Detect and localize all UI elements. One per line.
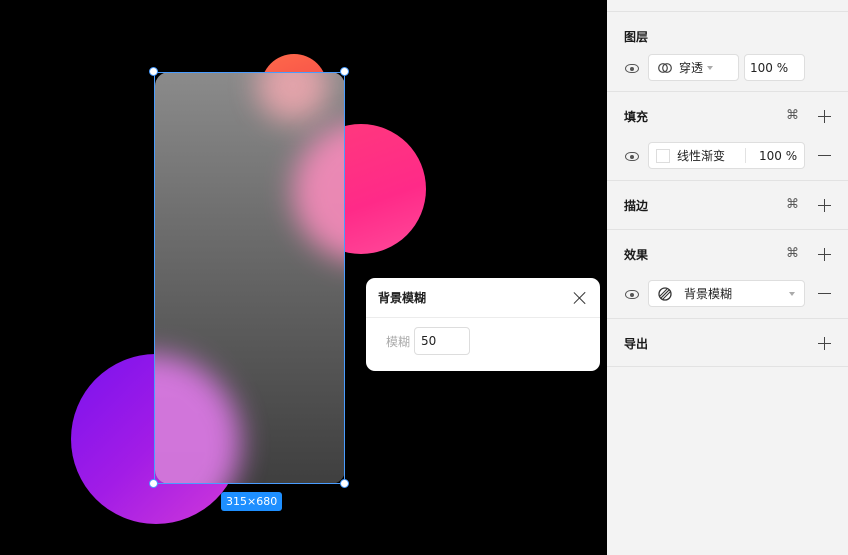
popup-header: 背景模糊 xyxy=(366,278,600,318)
divider xyxy=(607,91,848,92)
resize-handle-bottom-left[interactable] xyxy=(149,479,158,488)
effects-section-title: 效果 xyxy=(624,248,649,262)
blend-mode-value: 穿透 xyxy=(679,61,704,75)
fill-color-swatch[interactable] xyxy=(656,148,670,163)
divider xyxy=(745,148,746,163)
effect-type-select[interactable]: 背景模糊 xyxy=(648,280,805,307)
chevron-down-icon xyxy=(707,65,714,70)
style-cmd-icon[interactable]: ⌘ xyxy=(786,246,799,261)
blend-mode-select[interactable]: 穿透 xyxy=(648,54,739,81)
close-icon[interactable] xyxy=(572,290,588,306)
chevron-down-icon xyxy=(789,291,795,296)
export-section-title: 导出 xyxy=(624,337,649,351)
popup-title: 背景模糊 xyxy=(378,291,427,305)
selection-outline xyxy=(154,72,345,484)
add-stroke-plus-icon[interactable] xyxy=(818,199,831,212)
fill-row[interactable]: 线性渐变 100 % xyxy=(648,142,805,169)
layer-section-title: 图层 xyxy=(624,30,649,44)
divider xyxy=(607,318,848,319)
layer-opacity-input[interactable]: 100 % xyxy=(744,54,805,81)
eye-icon[interactable] xyxy=(625,152,639,161)
eye-icon[interactable] xyxy=(625,64,639,73)
add-export-plus-icon[interactable] xyxy=(818,337,831,350)
popup-body: 模糊 50 xyxy=(366,318,600,355)
resize-handle-top-right[interactable] xyxy=(340,67,349,76)
properties-panel: 图层 穿透 100 % 填充 ⌘ 线性渐变 100 % 描边 ⌘ 效果 ⌘ 背景… xyxy=(607,0,848,555)
background-blur-popup: 背景模糊 模糊 50 xyxy=(366,278,600,371)
style-cmd-icon[interactable]: ⌘ xyxy=(786,108,799,123)
remove-effect-minus-icon[interactable] xyxy=(818,287,831,300)
add-effect-plus-icon[interactable] xyxy=(818,248,831,261)
divider xyxy=(607,180,848,181)
resize-handle-top-left[interactable] xyxy=(149,67,158,76)
effect-type-value: 背景模糊 xyxy=(684,287,733,301)
fill-opacity-value[interactable]: 100 % xyxy=(759,149,797,163)
design-canvas[interactable]: 315×680 背景模糊 模糊 50 xyxy=(0,0,607,555)
remove-fill-minus-icon[interactable] xyxy=(818,149,831,162)
resize-handle-bottom-right[interactable] xyxy=(340,479,349,488)
blur-amount-label: 模糊 xyxy=(386,334,411,349)
blend-mode-icon xyxy=(658,62,672,73)
stroke-section-title: 描边 xyxy=(624,199,649,213)
size-badge: 315×680 xyxy=(221,492,283,511)
blur-effect-icon xyxy=(658,286,672,301)
divider xyxy=(607,229,848,230)
divider xyxy=(607,11,848,12)
fill-section-title: 填充 xyxy=(624,110,649,124)
divider xyxy=(607,366,848,367)
fill-type-value: 线性渐变 xyxy=(677,149,726,163)
eye-icon[interactable] xyxy=(625,290,639,299)
add-fill-plus-icon[interactable] xyxy=(818,110,831,123)
blur-amount-input[interactable]: 50 xyxy=(414,327,470,355)
style-cmd-icon[interactable]: ⌘ xyxy=(786,197,799,212)
